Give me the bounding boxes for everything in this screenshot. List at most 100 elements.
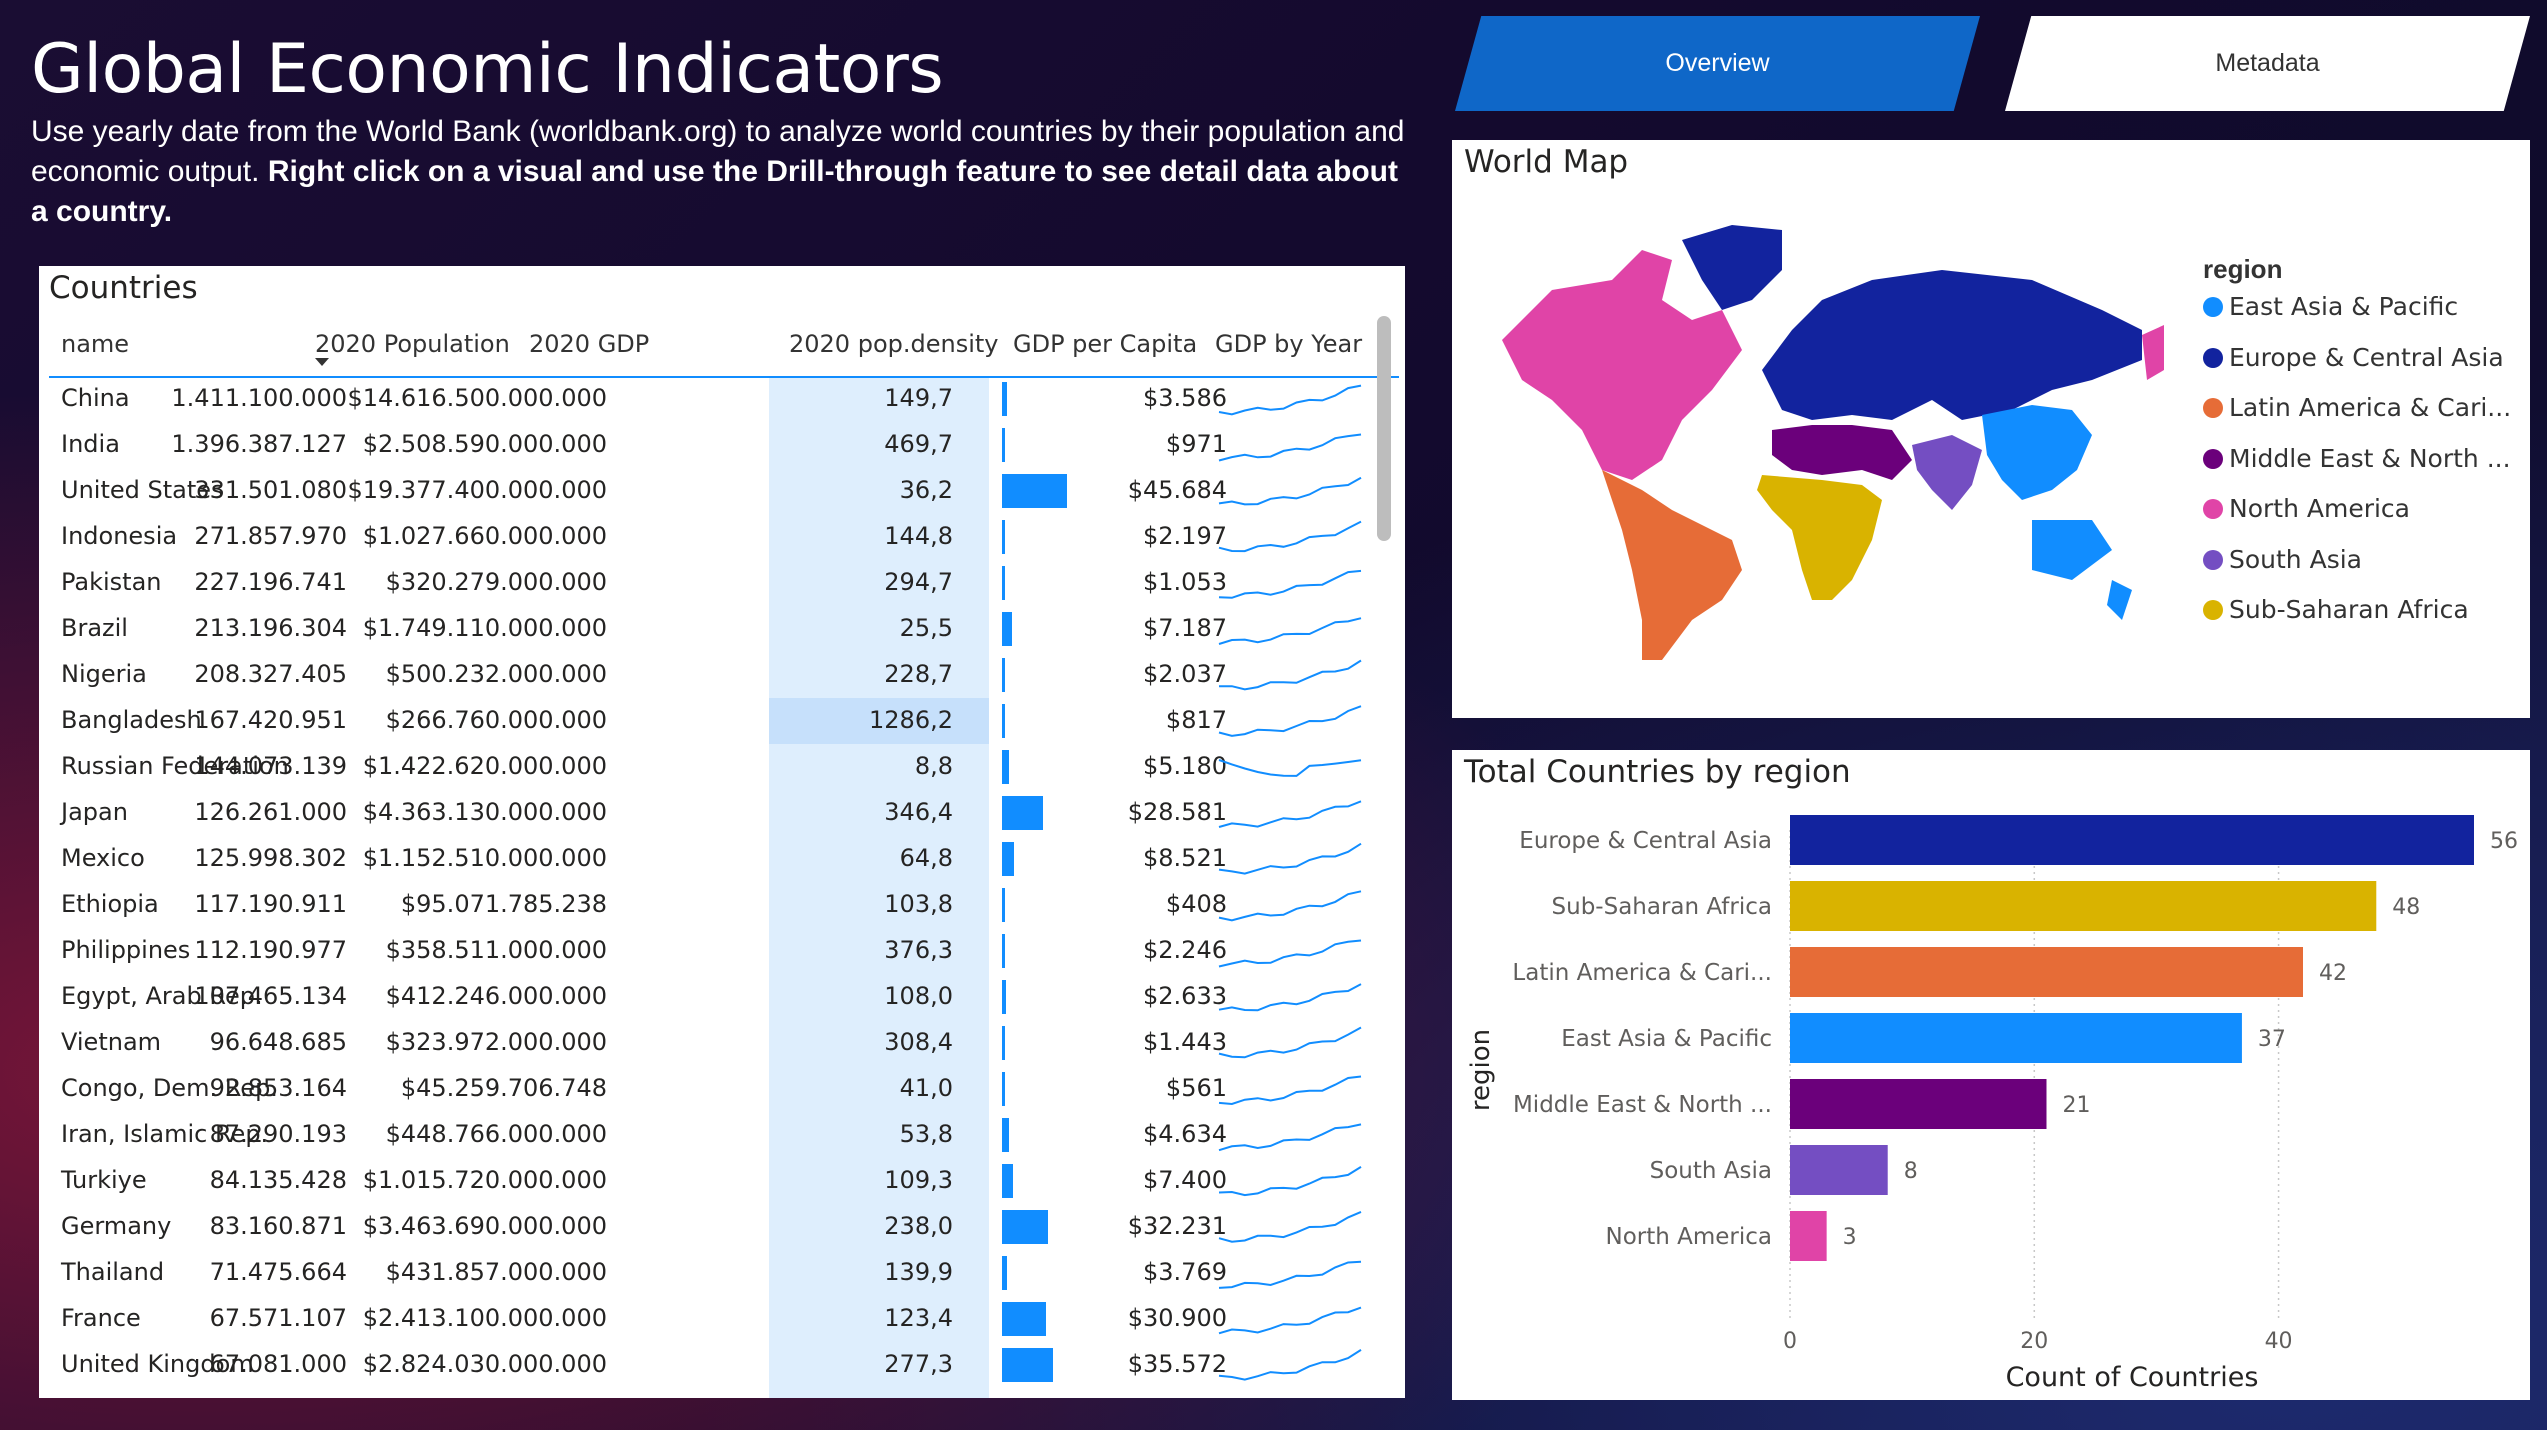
- cell-name: Turkiye: [61, 1166, 147, 1194]
- table-row[interactable]: Iran, Islamic Rep. 87.290.193 $448.766.000…: [49, 1112, 1399, 1158]
- map-legend-item[interactable]: Sub-Saharan Africa: [2203, 595, 2469, 624]
- map-legend-item[interactable]: Europe & Central Asia: [2203, 343, 2504, 372]
- cell-pop-density: 36,2: [899, 476, 953, 504]
- column-header-gdp-by-year[interactable]: GDP by Year: [1215, 330, 1362, 358]
- map-legend-item[interactable]: North America: [2203, 494, 2410, 523]
- cell-population: 227.196.741: [194, 568, 347, 596]
- table-row[interactable]: Indonesia 271.857.970 $1.027.660.000.000 14…: [49, 514, 1399, 560]
- world-map-visual[interactable]: World Map region East Asia & Pacific Euro…: [1452, 140, 2530, 718]
- cell-name: Thailand: [61, 1258, 165, 1286]
- cell-name: Brazil: [61, 614, 128, 642]
- countries-table-visual[interactable]: Countries name 2020 Population 2020 GDP …: [39, 266, 1405, 1398]
- cell-population: 67.081.000: [209, 1350, 347, 1378]
- column-header-name[interactable]: name: [61, 330, 129, 358]
- cell-population: 67.571.107: [209, 1304, 347, 1332]
- table-row[interactable]: Nigeria 208.327.405 $500.232.000.000 228,7 $…: [49, 652, 1399, 698]
- cell-population: 213.196.304: [194, 614, 347, 642]
- table-row[interactable]: Russian Federation 144.073.139 $1.422.620.…: [49, 744, 1399, 790]
- table-row[interactable]: Germany 83.160.871 $3.463.690.000.000 238,0…: [49, 1204, 1399, 1250]
- table-row[interactable]: United Kingdom 67.081.000 $2.824.030.000.0…: [49, 1342, 1399, 1388]
- table-row[interactable]: Pakistan 227.196.741 $320.279.000.000 294,7…: [49, 560, 1399, 606]
- cell-population: 83.160.871: [209, 1212, 347, 1240]
- gdp-by-year-sparkline: [1218, 842, 1362, 875]
- table-row[interactable]: United States 331.501.080 $19.377.400.000.…: [49, 468, 1399, 514]
- cell-gdp: $266.760.000.000: [385, 706, 607, 734]
- column-header-pop-density[interactable]: 2020 pop.density: [789, 330, 998, 358]
- table-row[interactable]: Bangladesh 167.420.951 $266.760.000.000 128…: [49, 698, 1399, 744]
- data-label: 48: [2392, 895, 2420, 920]
- tab-overview[interactable]: Overview: [1455, 16, 1980, 111]
- table-scrollbar[interactable]: [1377, 316, 1391, 541]
- map-legend-item[interactable]: Middle East & North ...: [2203, 444, 2511, 473]
- legend-dot-icon: [2203, 297, 2223, 317]
- gdp-per-capita-bar: [1002, 566, 1005, 600]
- gdp-per-capita-bar: [1002, 474, 1067, 508]
- table-row[interactable]: Egypt, Arab Rep. 107.465.134 $412.246.000.…: [49, 974, 1399, 1020]
- gdp-per-capita-bar: [1002, 1256, 1008, 1290]
- cell-name: China: [61, 384, 130, 412]
- table-row[interactable]: Ethiopia 117.190.911 $95.071.785.238 103,8 $…: [49, 882, 1399, 928]
- cell-population: 271.857.970: [194, 522, 347, 550]
- table-header: name 2020 Population 2020 GDP 2020 pop.d…: [49, 318, 1399, 378]
- cell-gdp: $1.015.720.000.000: [362, 1166, 607, 1194]
- map-region-sub-saharan-africa: [1757, 475, 1882, 600]
- table-row[interactable]: Turkiye 84.135.428 $1.015.720.000.000 109,3…: [49, 1158, 1399, 1204]
- data-label: 37: [2258, 1027, 2286, 1052]
- cell-population: 84.135.428: [209, 1166, 347, 1194]
- bar: [1790, 947, 2303, 997]
- table-row[interactable]: China 1.411.100.000 $14.616.500.000.000 149…: [49, 376, 1399, 422]
- legend-label: Middle East & North ...: [2229, 443, 2511, 473]
- y-axis-title: region: [1466, 1029, 1496, 1111]
- table-row[interactable]: Thailand 71.475.664 $431.857.000.000 139,9 $…: [49, 1250, 1399, 1296]
- cell-pop-density: 8,8: [914, 752, 953, 780]
- gdp-per-capita-bar: [1002, 1348, 1053, 1382]
- cell-pop-density: 64,8: [899, 844, 953, 872]
- cell-gdp-per-capita: $28.581: [1127, 798, 1227, 826]
- column-header-gdp-per-capita[interactable]: GDP per Capita: [1013, 330, 1197, 358]
- data-label: 8: [1904, 1159, 1918, 1184]
- table-row[interactable]: Vietnam 96.648.685 $323.972.000.000 308,4 $1…: [49, 1020, 1399, 1066]
- table-row[interactable]: Philippines 112.190.977 $358.511.000.000 37…: [49, 928, 1399, 974]
- cell-population: 96.648.685: [209, 1028, 347, 1056]
- map-legend-item[interactable]: South Asia: [2203, 545, 2362, 574]
- cell-gdp: $358.511.000.000: [385, 936, 607, 964]
- cell-population: 208.327.405: [194, 660, 347, 688]
- map-title: World Map: [1464, 144, 1629, 180]
- legend-dot-icon: [2203, 499, 2223, 519]
- cell-name: Japan: [61, 798, 128, 826]
- data-label: 3: [1843, 1225, 1857, 1250]
- table-row[interactable]: Mexico 125.998.302 $1.152.510.000.000 64,8 $…: [49, 836, 1399, 882]
- cell-name: Nigeria: [61, 660, 147, 688]
- table-row[interactable]: Brazil 213.196.304 $1.749.110.000.000 25,5 $…: [49, 606, 1399, 652]
- map-legend-item[interactable]: East Asia & Pacific: [2203, 292, 2458, 321]
- world-map[interactable]: [1492, 220, 2172, 680]
- gdp-by-year-sparkline: [1218, 1026, 1362, 1059]
- map-region-south-asia: [1912, 435, 1982, 510]
- gdp-per-capita-bar: [1002, 612, 1013, 646]
- table-row[interactable]: India 1.396.387.127 $2.508.590.000.000 469,…: [49, 422, 1399, 468]
- cell-population: 107.465.134: [194, 982, 347, 1010]
- gdp-per-capita-bar: [1002, 658, 1005, 692]
- cell-gdp: $1.152.510.000.000: [362, 844, 607, 872]
- tab-metadata[interactable]: Metadata: [2005, 16, 2530, 111]
- gdp-by-year-sparkline: [1218, 1210, 1362, 1243]
- table-row[interactable]: Japan 126.261.000 $4.363.130.000.000 346,4 $…: [49, 790, 1399, 836]
- gdp-per-capita-bar: [1002, 888, 1005, 922]
- cell-name: India: [61, 430, 120, 458]
- table-row[interactable]: France 67.571.107 $2.413.100.000.000 123,4 $…: [49, 1296, 1399, 1342]
- gdp-by-year-sparkline: [1218, 476, 1362, 506]
- cell-gdp: $1.422.620.000.000: [362, 752, 607, 780]
- region-bar-chart[interactable]: 0 20 40 Europe & Central Asia 56 Sub-Saharan …: [1452, 750, 2530, 1400]
- map-legend-item[interactable]: Latin America & Cari...: [2203, 393, 2511, 422]
- column-header-population[interactable]: 2020 Population: [315, 330, 510, 358]
- column-header-gdp[interactable]: 2020 GDP: [529, 330, 649, 358]
- gdp-by-year-sparkline: [1218, 569, 1362, 599]
- category-label: Latin America & Cari...: [1512, 960, 1772, 986]
- table-row[interactable]: Congo, Dem. Rep. 92.853.164 $45.259.706.74…: [49, 1066, 1399, 1112]
- cell-pop-density: 149,7: [884, 384, 953, 412]
- cell-gdp-per-capita: $30.900: [1127, 1304, 1227, 1332]
- cell-gdp: $320.279.000.000: [385, 568, 607, 596]
- region-bar-chart-visual[interactable]: Total Countries by region 0 20 40 Europe & …: [1452, 750, 2530, 1400]
- legend-label: East Asia & Pacific: [2229, 292, 2459, 321]
- cell-pop-density: 294,7: [884, 568, 953, 596]
